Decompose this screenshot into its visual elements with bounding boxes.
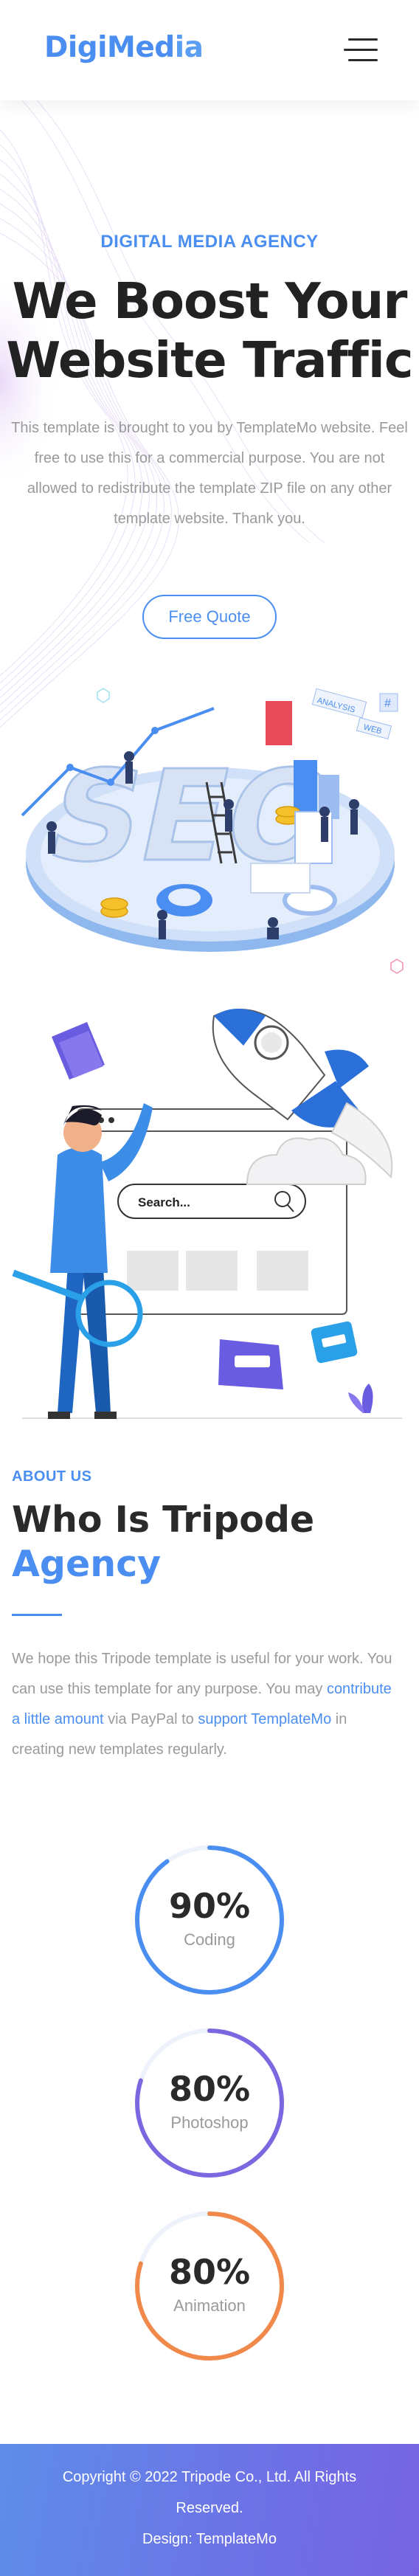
- menu-bar-top: [348, 38, 378, 41]
- about-eyebrow: ABOUT US: [12, 1468, 92, 1485]
- footer-copyright-line2: Reserved.: [176, 2500, 243, 2516]
- footer-copyright-line1: Copyright © 2022 Tripode Co., Ltd. All R…: [62, 2469, 357, 2485]
- skill-photoshop: 80% Photoshop: [133, 2026, 286, 2180]
- hero-title: We Boost Your Website Traffic: [0, 272, 419, 390]
- logo[interactable]: DigiMedia: [44, 31, 204, 64]
- seo-illustration: SEO ANALYSIS WEB #: [21, 688, 404, 974]
- folder-card: [218, 1339, 283, 1389]
- about-title-line2: Agency: [12, 1543, 162, 1585]
- free-quote-button[interactable]: Free Quote: [142, 595, 277, 639]
- hamburger-menu-icon[interactable]: [344, 38, 378, 63]
- about-description: We hope this Tripode template is useful …: [12, 1644, 395, 1765]
- about-title: Who Is Tripode Agency: [12, 1498, 314, 1586]
- about-text-part2: via PayPal to: [103, 1711, 198, 1727]
- search-placeholder: Search...: [138, 1195, 190, 1209]
- about-title-line1: Who Is Tripode: [12, 1499, 315, 1541]
- support-templatemo-link[interactable]: support TemplateMo: [198, 1711, 331, 1727]
- skill-coding: 90% Coding: [133, 1843, 286, 1997]
- skill-animation-percent: 80%: [168, 2252, 251, 2292]
- site-footer: Copyright © 2022 Tripode Co., Ltd. All R…: [0, 2444, 419, 2576]
- skill-animation: 80% Animation: [133, 2209, 286, 2363]
- hero-eyebrow: DIGITAL MEDIA AGENCY: [100, 232, 319, 252]
- search-illustration: Search...: [12, 1009, 402, 1419]
- site-header: DigiMedia: [0, 0, 419, 100]
- logo-main: DigiMed: [44, 31, 175, 64]
- menu-bar-bottom: [348, 59, 378, 61]
- skill-photoshop-percent: 80%: [168, 2069, 251, 2109]
- hero-description: This template is brought to you by Templ…: [11, 420, 408, 527]
- about-divider: [12, 1614, 62, 1616]
- logo-accent: ia: [174, 31, 204, 64]
- skill-photoshop-label: Photoshop: [170, 2113, 249, 2132]
- menu-bar-middle: [344, 49, 378, 51]
- hero-title-line2: Website Traffic: [6, 331, 413, 389]
- skill-animation-label: Animation: [173, 2296, 246, 2315]
- skill-coding-percent: 90%: [168, 1886, 251, 1926]
- tag-hash: #: [384, 697, 391, 710]
- footer-design-credit: Design: TemplateMo: [142, 2531, 277, 2547]
- hero-title-line1: We Boost Your: [12, 272, 408, 330]
- skill-coding-label: Coding: [184, 1930, 235, 1949]
